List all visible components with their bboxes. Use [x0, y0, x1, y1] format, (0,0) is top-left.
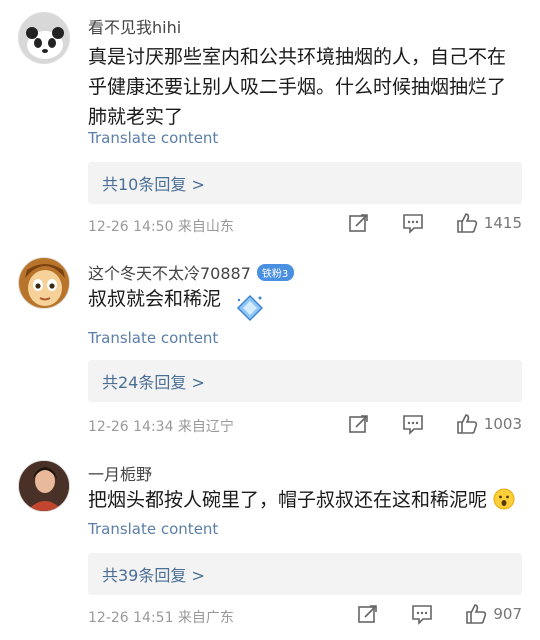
- comment-item: 一月栀野 把烟头都按人碗里了，帽子叔叔还在这和稀泥呢 Translate con…: [0, 445, 540, 640]
- like-icon[interactable]: [456, 212, 478, 234]
- translate-link[interactable]: Translate content: [88, 129, 218, 147]
- comment-text-content: 把烟头都按人碗里了，帽子叔叔还在这和稀泥呢: [88, 489, 488, 511]
- action-bar: 1415: [348, 212, 522, 234]
- like-count: 1003: [483, 415, 522, 433]
- like-icon[interactable]: [456, 413, 478, 435]
- comment-text: 把烟头都按人碗里了，帽子叔叔还在这和稀泥呢: [88, 485, 524, 515]
- comment-icon[interactable]: [411, 603, 433, 625]
- time-location: 12-26 14:51 来自广东: [88, 610, 234, 626]
- username[interactable]: 看不见我hihi: [88, 14, 181, 38]
- person-photo-avatar-icon: [19, 461, 69, 511]
- replies-label: 共10条回复 >: [102, 175, 205, 194]
- time-location: 12-26 14:34 来自辽宁: [88, 419, 234, 435]
- comment-text: 真是讨厌那些室内和公共环境抽烟的人，自己不在乎健康还要让别人吸二手烟。什么时候抽…: [88, 46, 507, 128]
- replies-button[interactable]: 共39条回复 >: [88, 553, 522, 595]
- replies-button[interactable]: 共10条回复 >: [88, 162, 522, 204]
- like-count: 907: [493, 605, 522, 623]
- comment-text-content: 叔叔就会和稀泥: [88, 288, 222, 310]
- comment-icon[interactable]: [402, 212, 424, 234]
- username[interactable]: 这个冬天不太冷70887 铁粉3: [88, 260, 295, 284]
- share-icon[interactable]: [348, 212, 370, 234]
- comment-text: 叔叔就会和稀泥: [88, 284, 524, 323]
- translate-link[interactable]: Translate content: [88, 329, 218, 347]
- translate-link[interactable]: Translate content: [88, 520, 218, 538]
- username[interactable]: 一月栀野: [88, 461, 152, 485]
- like-icon[interactable]: [465, 603, 487, 625]
- avatar[interactable]: [18, 257, 70, 309]
- action-bar: 1003: [348, 413, 522, 435]
- username-text: 这个冬天不太冷70887: [88, 264, 251, 283]
- time-location: 12-26 14:50 来自山东: [88, 219, 234, 235]
- surprised-emoji-icon: [493, 488, 515, 510]
- replies-label: 共39条回复 >: [102, 566, 205, 585]
- avatar[interactable]: [18, 12, 70, 64]
- like-count: 1415: [483, 214, 522, 232]
- action-bar: 907: [357, 603, 522, 625]
- share-icon[interactable]: [357, 603, 379, 625]
- avatar[interactable]: [18, 460, 70, 512]
- panda-avatar-icon: [19, 13, 69, 63]
- comment-icon[interactable]: [402, 413, 424, 435]
- comment-item: 看不见我hihi 真是讨厌那些室内和公共环境抽烟的人，自己不在乎健康还要让别人吸…: [0, 0, 540, 240]
- replies-button[interactable]: 共24条回复 >: [88, 360, 522, 402]
- replies-label: 共24条回复 >: [102, 373, 205, 392]
- comment-item: 这个冬天不太冷70887 铁粉3 叔叔就会和稀泥 Translate conten…: [0, 240, 540, 445]
- diamond-sticker-icon: [237, 294, 264, 322]
- fan-badge[interactable]: 铁粉3: [256, 264, 295, 281]
- share-icon[interactable]: [348, 413, 370, 435]
- cartoon-face-avatar-icon: [19, 258, 69, 308]
